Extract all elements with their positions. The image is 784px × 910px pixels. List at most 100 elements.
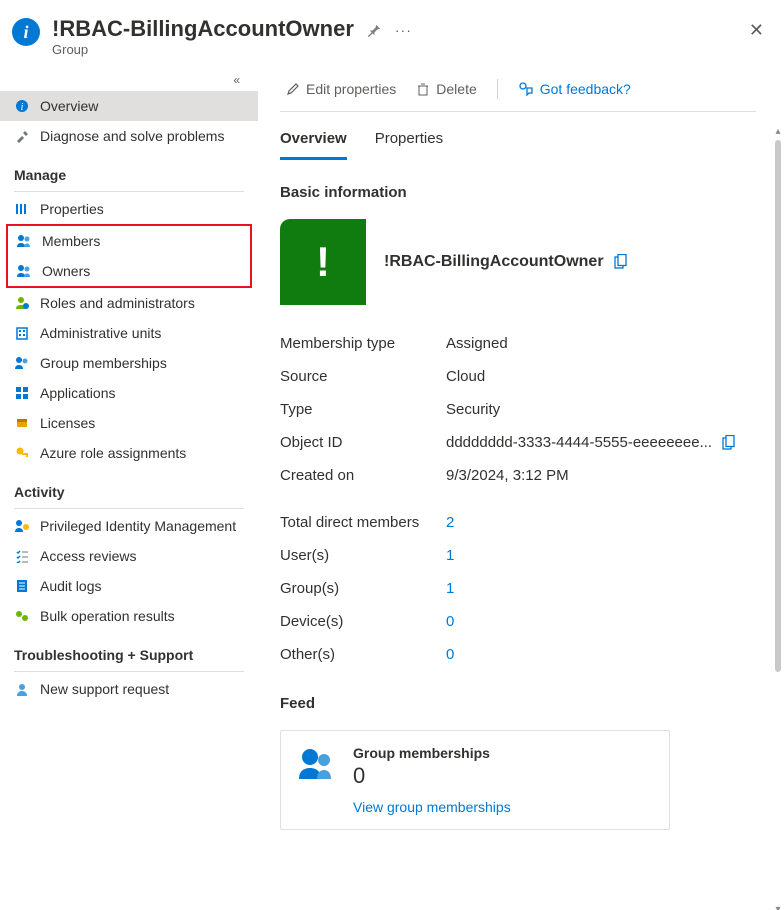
owners-icon (16, 263, 32, 279)
tabs: Overview Properties (280, 112, 756, 160)
sidebar-item-diagnose[interactable]: Diagnose and solve problems (0, 121, 258, 151)
value-source: Cloud (446, 368, 756, 385)
toolbar: Edit properties Delete Got feedback? (280, 65, 756, 111)
value-membership-type: Assigned (446, 335, 756, 352)
link-groups[interactable]: 1 (446, 580, 454, 597)
more-icon[interactable]: ··· (395, 22, 412, 38)
sidebar-item-access-reviews[interactable]: Access reviews (0, 541, 258, 571)
group-card: ! !RBAC-BillingAccountOwner (280, 219, 756, 305)
collapse-sidebar-button[interactable]: « (0, 69, 258, 91)
sidebar-item-owners[interactable]: Owners (8, 256, 250, 286)
sidebar-item-label: New support request (40, 681, 169, 697)
copy-icon[interactable] (614, 254, 628, 270)
trash-icon (416, 82, 430, 96)
log-icon (14, 578, 30, 594)
building-icon (14, 325, 30, 341)
wrench-icon (14, 128, 30, 144)
blade-header: i !RBAC-BillingAccountOwner Group ··· ✕ (0, 0, 784, 65)
sidebar-item-members[interactable]: Members (8, 226, 250, 256)
scroll-down-icon[interactable]: ▾ (774, 904, 782, 910)
page-subtitle: Group (52, 42, 354, 57)
label-type: Type (280, 401, 446, 418)
link-others[interactable]: 0 (446, 646, 454, 663)
delete-button[interactable]: Delete (410, 77, 482, 101)
close-icon[interactable]: ✕ (745, 16, 768, 45)
sidebar-item-group-memberships[interactable]: Group memberships (0, 348, 258, 378)
sidebar-item-label: Applications (40, 385, 116, 401)
feed-card: Group memberships 0 View group membershi… (280, 730, 670, 830)
sidebar-item-label: Owners (42, 263, 90, 279)
label-membership-type: Membership type (280, 335, 446, 352)
page-title: !RBAC-BillingAccountOwner (52, 16, 354, 42)
tab-properties[interactable]: Properties (375, 130, 443, 160)
sidebar: « i Overview Diagnose and solve problems… (0, 65, 258, 910)
link-total-members[interactable]: 2 (446, 514, 454, 531)
highlight-box: Members Owners (6, 224, 252, 288)
sidebar-section-activity: Activity (0, 468, 258, 506)
sidebar-item-label: Diagnose and solve problems (40, 128, 224, 144)
info-circle-icon: i (14, 98, 30, 114)
sidebar-section-manage: Manage (0, 151, 258, 189)
label-created: Created on (280, 467, 446, 484)
groups-icon (14, 355, 30, 371)
main-content: Edit properties Delete Got feedback? Ove… (258, 65, 784, 910)
label-groups: Group(s) (280, 580, 446, 597)
label-others: Other(s) (280, 646, 446, 663)
pin-icon[interactable] (366, 23, 381, 38)
value-object-id: dddddddd-3333-4444-5555-eeeeeeee... (446, 434, 756, 451)
label-users: User(s) (280, 547, 446, 564)
pencil-icon (286, 82, 300, 96)
sidebar-item-applications[interactable]: Applications (0, 378, 258, 408)
link-devices[interactable]: 0 (446, 613, 454, 630)
tab-overview[interactable]: Overview (280, 130, 347, 160)
group-name: !RBAC-BillingAccountOwner (384, 253, 604, 271)
label-object-id: Object ID (280, 434, 446, 451)
feed-card-title: Group memberships (353, 745, 511, 761)
sidebar-item-label: Bulk operation results (40, 608, 175, 624)
feedback-button[interactable]: Got feedback? (512, 77, 637, 101)
sidebar-item-label: Members (42, 233, 100, 249)
sidebar-item-label: Properties (40, 201, 104, 217)
sidebar-item-label: Roles and administrators (40, 295, 195, 311)
link-users[interactable]: 1 (446, 547, 454, 564)
feed-card-value: 0 (353, 763, 511, 789)
sidebar-item-properties[interactable]: Properties (0, 194, 258, 224)
apps-icon (14, 385, 30, 401)
members-icon (16, 233, 32, 249)
sidebar-item-licenses[interactable]: Licenses (0, 408, 258, 438)
scroll-up-icon[interactable]: ▴ (774, 126, 782, 136)
section-basic-info: Basic information (280, 184, 756, 201)
sidebar-item-azure-role[interactable]: Azure role assignments (0, 438, 258, 468)
sidebar-item-label: Audit logs (40, 578, 101, 594)
license-icon (14, 415, 30, 431)
scrollbar-thumb[interactable] (775, 140, 781, 672)
sidebar-item-roles[interactable]: Roles and administrators (0, 288, 258, 318)
bulk-icon (14, 608, 30, 624)
sidebar-item-support[interactable]: New support request (0, 674, 258, 704)
sidebar-item-label: Group memberships (40, 355, 167, 371)
scrollbar[interactable]: ▴ ▾ (774, 140, 782, 900)
sidebar-item-label: Licenses (40, 415, 95, 431)
sidebar-item-label: Privileged Identity Management (40, 518, 236, 534)
info-icon: i (12, 18, 40, 46)
edit-properties-button[interactable]: Edit properties (280, 77, 402, 101)
sidebar-item-label: Access reviews (40, 548, 136, 564)
sidebar-item-label: Administrative units (40, 325, 161, 341)
pim-icon (14, 518, 30, 534)
sidebar-item-label: Azure role assignments (40, 445, 186, 461)
key-icon (14, 445, 30, 461)
checklist-icon (14, 548, 30, 564)
label-total-members: Total direct members (280, 514, 446, 531)
groups-large-icon (297, 745, 335, 783)
sidebar-item-bulk[interactable]: Bulk operation results (0, 601, 258, 631)
feed-card-link[interactable]: View group memberships (353, 799, 511, 815)
group-avatar: ! (280, 219, 366, 305)
value-type: Security (446, 401, 756, 418)
copy-icon[interactable] (722, 435, 736, 451)
sidebar-item-label: Overview (40, 98, 98, 114)
sidebar-section-troubleshoot: Troubleshooting + Support (0, 631, 258, 669)
sidebar-item-overview[interactable]: i Overview (0, 91, 258, 121)
sidebar-item-audit-logs[interactable]: Audit logs (0, 571, 258, 601)
sidebar-item-admin-units[interactable]: Administrative units (0, 318, 258, 348)
sidebar-item-pim[interactable]: Privileged Identity Management (0, 511, 258, 541)
